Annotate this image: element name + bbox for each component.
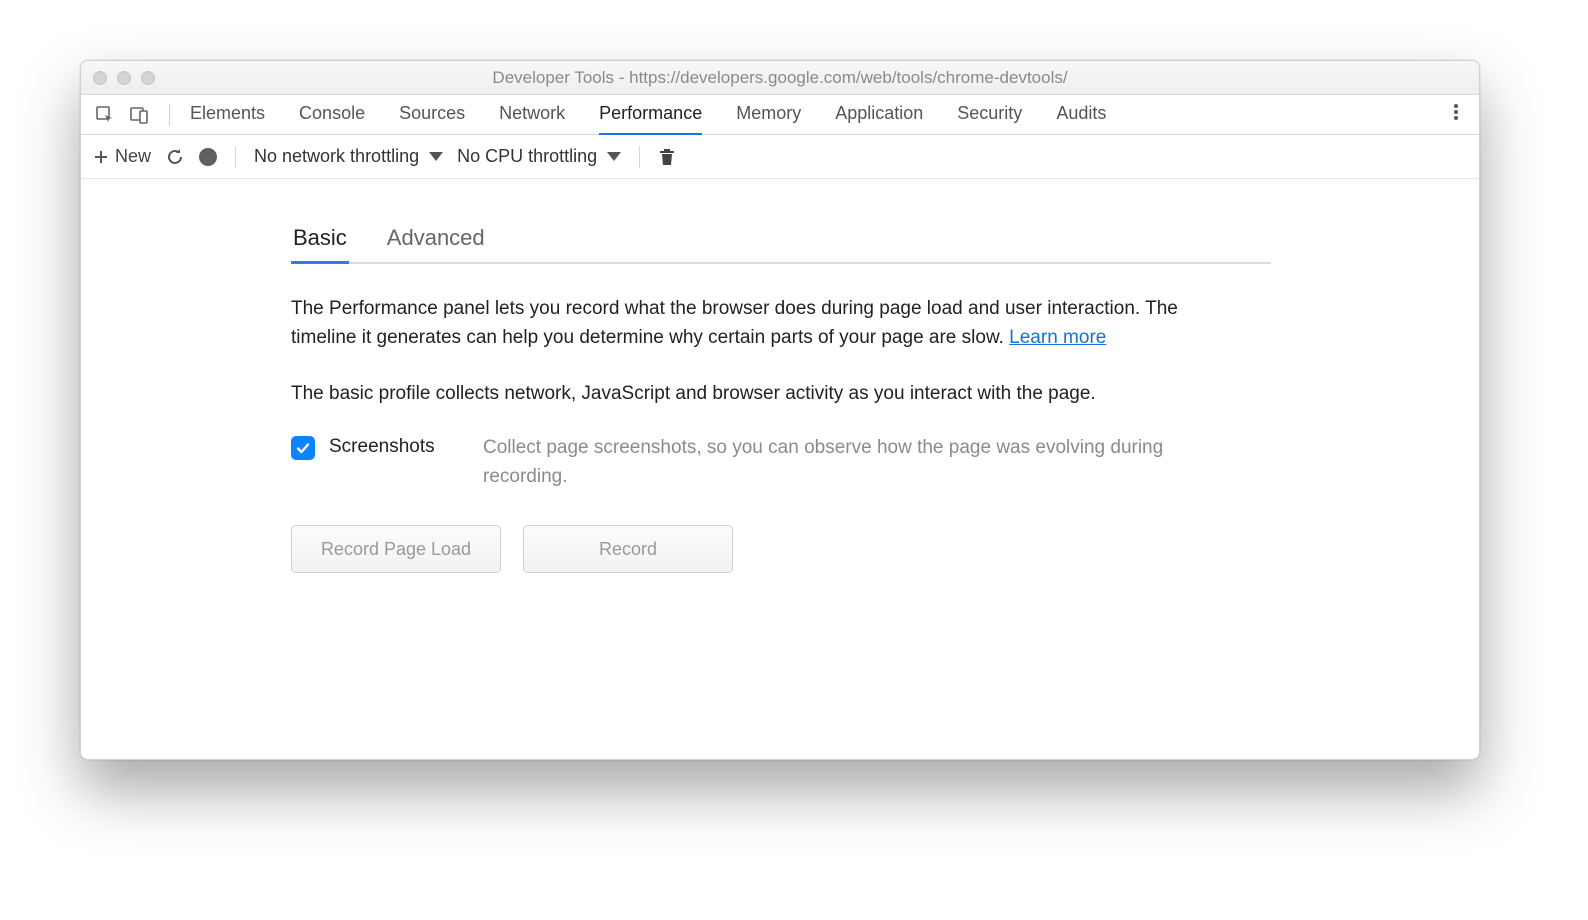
record-button[interactable] [199, 148, 217, 166]
tab-sources[interactable]: Sources [399, 95, 465, 135]
window-controls [93, 71, 155, 85]
devtools-window: Developer Tools - https://developers.goo… [80, 60, 1480, 760]
screenshots-description: Collect page screenshots, so you can obs… [483, 434, 1181, 491]
tab-console[interactable]: Console [299, 95, 365, 135]
network-throttle-label: No network throttling [254, 146, 419, 167]
tab-network[interactable]: Network [499, 95, 565, 135]
screenshots-option: Screenshots Collect page screenshots, so… [291, 434, 1181, 491]
minimize-window-button[interactable] [117, 71, 131, 85]
screenshots-checkbox[interactable] [291, 436, 315, 460]
subtab-basic[interactable]: Basic [291, 219, 349, 264]
record-buttons: Record Page Load Record [291, 525, 1419, 573]
tab-application[interactable]: Application [835, 95, 923, 135]
learn-more-link[interactable]: Learn more [1009, 327, 1106, 348]
new-recording-button[interactable]: New [93, 146, 151, 167]
record-button-main[interactable]: Record [523, 525, 733, 573]
profile-subtabs: Basic Advanced [291, 219, 1271, 264]
chevron-down-icon [429, 152, 443, 161]
close-window-button[interactable] [93, 71, 107, 85]
device-toolbar-icon[interactable] [125, 101, 153, 129]
titlebar: Developer Tools - https://developers.goo… [81, 61, 1479, 95]
separator [639, 146, 640, 168]
cpu-throttle-label: No CPU throttling [457, 146, 597, 167]
performance-toolbar: New No network throttling No CPU throttl… [81, 135, 1479, 179]
intro-paragraph: The Performance panel lets you record wh… [291, 294, 1181, 353]
tab-memory[interactable]: Memory [736, 95, 801, 135]
tab-security[interactable]: Security [957, 95, 1022, 135]
separator [169, 104, 170, 126]
new-label: New [115, 146, 151, 167]
zoom-window-button[interactable] [141, 71, 155, 85]
separator [235, 146, 236, 168]
panel-tabs: Elements Console Sources Network Perform… [190, 95, 1106, 135]
more-options-icon[interactable] [1443, 102, 1469, 127]
clear-button[interactable] [658, 147, 676, 167]
main-tabstrip: Elements Console Sources Network Perform… [81, 95, 1479, 135]
tab-elements[interactable]: Elements [190, 95, 265, 135]
tab-audits[interactable]: Audits [1056, 95, 1106, 135]
cpu-throttling-dropdown[interactable]: No CPU throttling [457, 146, 621, 167]
basic-profile-paragraph: The basic profile collects network, Java… [291, 379, 1181, 408]
subtab-advanced[interactable]: Advanced [385, 219, 487, 264]
screenshots-label: Screenshots [329, 434, 469, 458]
tab-performance[interactable]: Performance [599, 95, 702, 135]
window-title: Developer Tools - https://developers.goo… [81, 68, 1479, 88]
chevron-down-icon [607, 152, 621, 161]
record-page-load-button[interactable]: Record Page Load [291, 525, 501, 573]
network-throttling-dropdown[interactable]: No network throttling [254, 146, 443, 167]
performance-panel-content: Basic Advanced The Performance panel let… [81, 179, 1479, 759]
reload-button[interactable] [165, 147, 185, 167]
inspect-element-icon[interactable] [91, 101, 119, 129]
record-icon [199, 148, 217, 166]
